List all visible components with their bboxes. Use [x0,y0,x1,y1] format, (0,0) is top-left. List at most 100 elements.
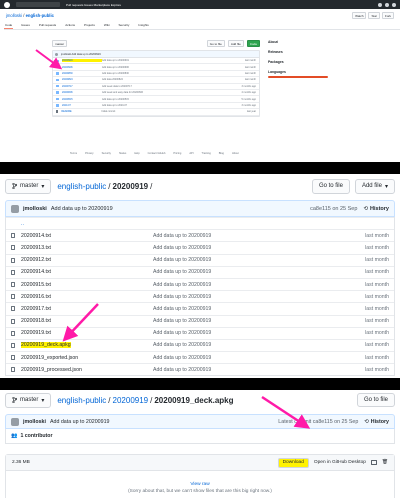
commit-message-link[interactable]: Add data up to 20200919 [153,318,359,324]
footer-link[interactable]: Security [102,152,111,155]
contributors[interactable]: 👥 1 contributor [5,429,395,444]
file-name-link[interactable]: 20200913.txt [21,245,51,251]
table-row[interactable]: 20200917.txt Add data up to 20200919 last … [6,302,394,314]
commit-message-link[interactable]: Add week and easy data for 20200606 [102,91,242,94]
table-row[interactable]: 20200914.txt Add data up to 20200919 last … [6,265,394,278]
history-link[interactable]: ⟲ History [363,206,389,212]
table-row[interactable]: 20200912.txt Add data up to 20200919 last … [6,253,394,266]
go-to-file-button[interactable]: Go to file [356,393,395,407]
table-row[interactable]: 20200914.txt Add data up to 20200919 last … [6,229,394,241]
plus-icon[interactable] [385,2,389,7]
tab-pull-requests[interactable]: Pull requests [38,23,57,29]
commit-message-link[interactable]: Initial commit [101,110,247,113]
branch-select[interactable]: master ▾ [5,392,52,408]
code-button[interactable]: Code [246,40,260,47]
file-name-link[interactable]: 20200717 [62,85,102,88]
commit-message-link[interactable]: Add data up to 20200830 [102,72,245,75]
file-name-link[interactable]: README [61,110,101,113]
table-row[interactable]: 20200916.txt Add data up to 20200919 last … [6,290,394,302]
history-link[interactable]: ⟲ History [364,419,389,425]
search-input[interactable] [16,2,60,7]
commit-message[interactable]: Add data up to 20200919 [50,419,110,425]
table-row[interactable]: 20200913.txt Add data up to 20200919 last … [6,241,394,253]
file-name-link[interactable]: 20200919 [62,59,102,63]
releases-heading[interactable]: Releases [268,50,338,54]
commit-author[interactable]: jmolloski [23,206,47,212]
commit-message-link[interactable]: Add data up to 20200919 [153,282,359,288]
add-file-button[interactable]: Add file [227,40,244,47]
add-file-button[interactable]: Add file ▾ [354,178,395,194]
footer-link[interactable]: Privacy [85,152,94,155]
breadcrumb-repo-link[interactable]: english-public [57,396,106,405]
packages-heading[interactable]: Packages [268,60,338,64]
table-row[interactable]: 20200919_exported.json Add data up to 202… [6,351,394,363]
file-name-link[interactable]: 20200919.txt [21,330,51,336]
footer-link[interactable]: About [232,152,239,155]
tab-actions[interactable]: Actions [64,23,76,29]
commit-message-link[interactable]: Add data up to 2020-07 [102,104,242,107]
commit-message-link[interactable]: Add data up to 20200919 [153,269,359,275]
footer-link[interactable]: Blog [219,152,224,155]
branch-select[interactable]: master [52,40,68,47]
avatar[interactable] [392,2,396,7]
commit-message-link[interactable]: Add data up to 20200919 [153,355,359,361]
commit-message-link[interactable]: Add data up to 20200919 [153,245,359,251]
commit-message-link[interactable]: Add data up to 20200906 [102,66,245,69]
file-name-link[interactable]: 20200919_exported.json [21,355,78,361]
file-name-link[interactable]: 20200919_processed.json [21,367,82,373]
go-to-file-button[interactable]: Go to file [206,40,225,47]
file-name-link[interactable]: 2020-07 [62,104,102,107]
footer-link[interactable]: Pricing [173,152,181,155]
parent-directory-link[interactable]: .. [6,217,394,229]
table-row[interactable]: 20200915.txt Add data up to 20200919 last … [6,277,394,290]
go-to-file-button[interactable]: Go to file [311,178,350,194]
star-button[interactable]: Star [368,12,380,19]
table-row[interactable]: 20200919_deck.apkg Add data up to 2020091… [6,338,394,351]
tab-projects[interactable]: Projects [83,23,96,29]
footer-link[interactable]: Contact GitHub [148,152,166,155]
footer-link[interactable]: Training [202,152,211,155]
commit-message-link[interactable]: Add data up to 20200919 [153,233,359,239]
file-name-link[interactable]: 20200919_deck.apkg [21,342,71,349]
view-raw-link[interactable]: View raw [190,482,209,487]
open-in-desktop-link[interactable]: Open in GitHub Desktop [314,460,366,465]
trash-icon[interactable]: 🗑 [382,460,388,465]
tab-issues[interactable]: Issues [20,23,31,29]
table-row[interactable]: 20200919.txt Add data up to 20200919 last … [6,326,394,339]
footer-link[interactable]: Help [134,152,139,155]
file-name-link[interactable]: 20200914.txt [21,269,51,275]
file-name-link[interactable]: 20200906 [62,66,102,69]
file-name-link[interactable]: 20200914.txt [21,233,51,239]
file-name-link[interactable]: 20200916.txt [21,294,51,300]
bell-icon[interactable] [378,2,382,7]
commit-message-link[interactable]: Add data up to 20200919 [153,330,359,336]
commit-message-link[interactable]: Add data up to 20200919 [153,342,359,348]
fork-button[interactable]: Fork [382,12,394,19]
file-name-link[interactable]: 20200606 [62,91,102,94]
file-name-link[interactable]: 20200915.txt [21,282,51,288]
tab-security[interactable]: Security [118,23,131,29]
tab-insights[interactable]: Insights [137,23,149,29]
commit-message-link[interactable]: Add data 20200824 [102,78,245,81]
commit-meta[interactable]: ca8e115 on 25 Sep [310,206,357,212]
commit-message-link[interactable]: Add data up to 20200515 [102,98,242,101]
repo-name-link[interactable]: english-public [26,13,54,18]
commit-message[interactable]: Add data up to 20200919 [51,206,113,212]
tab-code[interactable]: Code [4,23,14,29]
table-row[interactable]: 20200918.txt Add data up to 20200919 last … [6,314,394,327]
commit-message-link[interactable]: Add data up to 20200919 [153,306,359,312]
footer-link[interactable]: Status [119,152,126,155]
file-name-link[interactable]: 20200824 [62,78,102,81]
commit-author[interactable]: jmolloski [23,419,46,425]
commit-meta[interactable]: Latest commit ca8e115 on 25 Sep [278,419,358,425]
footer-link[interactable]: API [189,152,193,155]
download-button[interactable]: Download [277,457,309,468]
branch-select[interactable]: master ▾ [5,178,52,194]
file-name-link[interactable]: 20200515 [62,98,102,101]
file-name-link[interactable]: 20200917.txt [21,306,51,312]
table-row[interactable]: 20200919_processed.json Add data up to 20… [6,363,394,375]
commit-message-link[interactable]: Add week data to 20200717 [102,85,242,88]
desktop-icon[interactable] [370,460,377,465]
file-name-link[interactable]: 20200830 [62,72,102,75]
header-nav[interactable]: Pull requests Issues Marketplace Explore [66,3,121,7]
